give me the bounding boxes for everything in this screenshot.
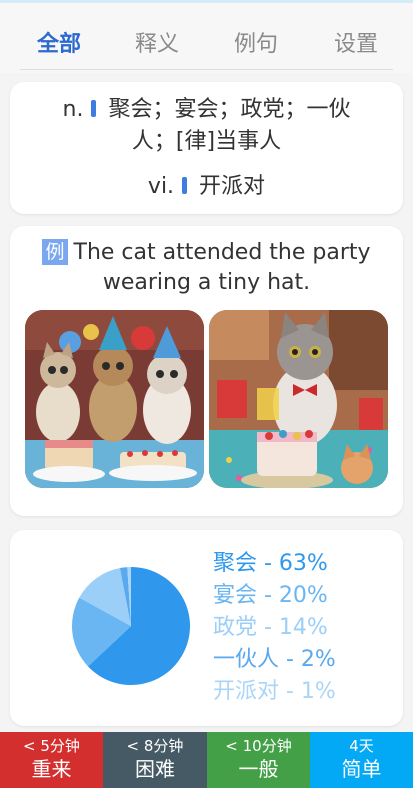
good-button[interactable]: < 10分钟 一般	[207, 732, 310, 788]
legend-item-2: 政党 - 14%	[213, 615, 328, 640]
definition-row-noun: n. 聚会；宴会；政党；一伙	[10, 94, 403, 126]
definition-card: n. 聚会；宴会；政党；一伙 人；[律]当事人 vi. 开派对	[10, 82, 403, 214]
sense-frequency-card: 聚会 - 63% 宴会 - 20% 政党 - 14% 一伙人 - 2% 开派对 …	[10, 530, 403, 726]
tab-examples[interactable]: 例句	[234, 26, 278, 58]
hard-interval: < 8分钟	[126, 737, 184, 755]
legend-item-0: 聚会 - 63%	[213, 551, 328, 576]
again-label: 重来	[31, 757, 72, 781]
hard-button[interactable]: < 8分钟 困难	[103, 732, 207, 788]
frequency-pie-chart	[71, 567, 190, 685]
tab-bar: 全部 释义 例句 设置	[0, 3, 413, 73]
tab-meanings[interactable]: 释义	[135, 26, 179, 58]
part-of-speech: vi.	[147, 174, 175, 199]
definition-row-noun-continued: 人；[律]当事人	[10, 126, 403, 158]
definition-row-verb: vi. 开派对	[10, 171, 403, 203]
review-button-bar: < 5分钟 重来 < 8分钟 困难 < 10分钟 一般 4天 简单	[0, 732, 413, 788]
legend-item-3: 一伙人 - 2%	[213, 647, 336, 672]
tab-divider	[20, 69, 393, 70]
tab-settings[interactable]: 设置	[334, 26, 378, 58]
example-image-cat-cake[interactable]	[209, 310, 388, 488]
legend-item-1: 宴会 - 20%	[213, 583, 328, 608]
example-sentence-text: The cat attended the party wearing a tin…	[73, 240, 371, 295]
pie-legend: 聚会 - 63% 宴会 - 20% 政党 - 14% 一伙人 - 2% 开派对 …	[213, 548, 336, 708]
easy-interval: 4天	[349, 737, 374, 755]
tab-all[interactable]: 全部	[37, 26, 81, 58]
legend-item-4: 开派对 - 1%	[213, 679, 336, 704]
pos-marker-bar	[91, 100, 97, 117]
good-label: 一般	[238, 757, 279, 781]
again-interval: < 5分钟	[23, 737, 80, 755]
definition-text: 人；[律]当事人	[131, 129, 282, 154]
definition-text: 开派对	[199, 174, 266, 199]
part-of-speech: n.	[62, 97, 84, 122]
definition-text: 聚会；宴会；政党；一伙	[108, 97, 351, 122]
easy-label: 简单	[341, 757, 382, 781]
example-badge: 例	[42, 239, 68, 265]
example-image-cats-party[interactable]	[25, 310, 204, 488]
example-card: 例 The cat attended the party wearing a ti…	[10, 226, 403, 516]
hard-label: 困难	[135, 757, 175, 781]
again-button[interactable]: < 5分钟 重来	[0, 732, 103, 788]
easy-button[interactable]: 4天 简单	[310, 732, 413, 788]
example-sentence: 例 The cat attended the party wearing a ti…	[30, 238, 383, 298]
good-interval: < 10分钟	[225, 737, 292, 755]
pos-marker-bar	[182, 177, 188, 194]
